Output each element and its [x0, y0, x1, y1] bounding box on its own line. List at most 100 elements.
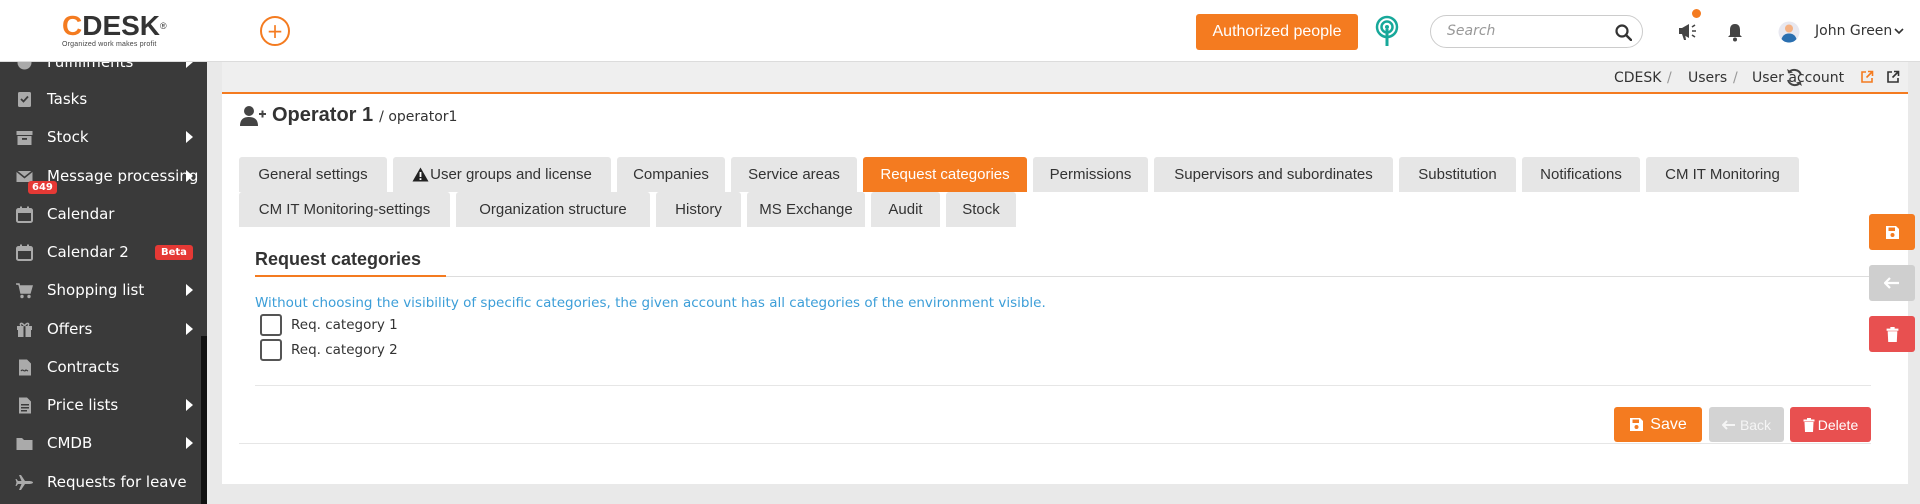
bell-icon[interactable]	[1726, 22, 1744, 42]
tab-notifications[interactable]: Notifications	[1522, 157, 1640, 192]
sidebar-scrollbar[interactable]	[201, 336, 207, 504]
floating-back-button[interactable]	[1869, 265, 1915, 301]
category-checkbox[interactable]	[260, 339, 282, 361]
save-button[interactable]: Save	[1614, 407, 1702, 442]
sidebar-item-cmdb[interactable]: CMDB	[0, 424, 200, 462]
sidebar-item-stock[interactable]: Stock	[0, 118, 200, 156]
sidebar-item-shopping-list[interactable]: Shopping list	[0, 271, 200, 309]
chevron-right-icon	[186, 170, 193, 182]
sidebar-item-label: CMDB	[47, 434, 93, 452]
megaphone-icon[interactable]	[1676, 20, 1698, 42]
calendar-icon	[16, 244, 33, 261]
floppy-disk-icon	[1885, 225, 1899, 239]
broadcast-icon[interactable]	[1372, 15, 1402, 47]
search-box[interactable]	[1430, 15, 1643, 48]
tab-general-settings[interactable]: General settings	[239, 157, 387, 192]
tasks-icon	[18, 91, 31, 107]
section-accent-line	[255, 275, 446, 277]
page-subtitle: / operator1	[379, 109, 458, 125]
sidebar-item-contracts[interactable]: Contracts	[0, 348, 200, 386]
category-checkbox[interactable]	[260, 314, 282, 336]
breadcrumb-users[interactable]: Users	[1688, 70, 1727, 86]
cdesk-logo[interactable]: CDESK® Organized work makes profit	[62, 10, 167, 49]
external-link-icon[interactable]	[1860, 70, 1874, 84]
sidebar-item-requests-for-leave[interactable]: Requests for leave	[0, 463, 200, 501]
chevron-down-icon[interactable]	[1894, 27, 1904, 35]
sidebar-item-message-processing[interactable]: Message processing 649	[0, 157, 200, 195]
sidebar-item-offers[interactable]: Offers	[0, 310, 200, 348]
breadcrumb-cdesk[interactable]: CDESK	[1614, 70, 1661, 86]
sidebar-item-label: Offers	[47, 320, 93, 338]
unread-count-badge: 649	[28, 181, 57, 194]
back-button[interactable]: Back	[1709, 407, 1784, 442]
tab-organization-structure[interactable]: Organization structure	[456, 192, 650, 227]
authorized-people-button[interactable]: Authorized people	[1196, 14, 1358, 50]
sidebar-item-calendar-2[interactable]: Calendar 2 Beta	[0, 233, 200, 271]
tab-ms-exchange[interactable]: MS Exchange	[747, 192, 865, 227]
sidebar-item-label: Tasks	[47, 90, 88, 108]
sidebar-item-calendar[interactable]: Calendar	[0, 195, 200, 233]
tab-request-categories[interactable]: Request categories	[863, 157, 1027, 192]
warning-icon	[412, 167, 429, 182]
chevron-right-icon	[186, 437, 193, 449]
tab-permissions[interactable]: Permissions	[1033, 157, 1148, 192]
sidebar-item-label: Stock	[47, 128, 89, 146]
category-label[interactable]: Req. category 1	[291, 317, 398, 333]
search-icon[interactable]	[1615, 24, 1632, 41]
sidebar-item-label: Message processing	[47, 167, 199, 185]
tab-cm-it-monitoring-settings[interactable]: CM IT Monitoring-settings	[239, 192, 450, 227]
plane-icon	[15, 474, 33, 490]
delete-label: Delete	[1817, 416, 1859, 433]
fulfillment-icon	[17, 62, 32, 69]
beta-badge: Beta	[155, 244, 193, 260]
footer-divider	[239, 443, 1871, 444]
gift-icon	[17, 322, 32, 337]
breadcrumb-user-account[interactable]: User account	[1752, 70, 1844, 86]
tab-supervisors-and-subordinates[interactable]: Supervisors and subordinates	[1154, 157, 1393, 192]
tab-audit[interactable]: Audit	[871, 192, 940, 227]
sidebar-item-price-lists[interactable]: Price lists	[0, 386, 200, 424]
add-new-button[interactable]: +	[260, 16, 290, 46]
open-new-window-icon[interactable]	[1886, 70, 1900, 84]
floating-save-button[interactable]	[1869, 214, 1915, 250]
logo-reg: ®	[160, 21, 167, 31]
delete-button[interactable]: Delete	[1790, 407, 1871, 442]
category-row[interactable]: Req. category 2	[260, 339, 398, 361]
sidebar-item-fulfillments[interactable]: Fulfillments	[0, 62, 200, 81]
document-icon	[19, 397, 31, 413]
arrow-left-icon	[1884, 277, 1899, 289]
search-input[interactable]	[1447, 23, 1607, 39]
user-name[interactable]: John Green	[1815, 23, 1892, 39]
breadcrumb-bar: CDESK / Users / User account	[222, 62, 1908, 94]
tab-cm-it-monitoring[interactable]: CM IT Monitoring	[1646, 157, 1799, 192]
trash-icon	[1803, 417, 1815, 432]
sidebar-item-label: Fulfillments	[47, 62, 134, 71]
floating-delete-button[interactable]	[1869, 316, 1915, 352]
tab-companies[interactable]: Companies	[617, 157, 725, 192]
user-avatar-icon[interactable]	[1778, 20, 1800, 44]
category-label[interactable]: Req. category 2	[291, 342, 398, 358]
chevron-right-icon	[186, 131, 193, 143]
page-title: Operator 1	[272, 104, 374, 126]
tab-substitution[interactable]: Substitution	[1399, 157, 1516, 192]
sidebar-item-tasks[interactable]: Tasks	[0, 80, 200, 118]
tab-user-groups-and-license[interactable]: User groups and license	[393, 157, 611, 192]
category-row[interactable]: Req. category 1	[260, 314, 398, 336]
back-label: Back	[1739, 416, 1772, 433]
chevron-right-icon	[186, 399, 193, 411]
page-header: Operator 1 / operator1	[240, 104, 457, 127]
tab-service-areas[interactable]: Service areas	[731, 157, 857, 192]
logo-text: DESK	[82, 10, 161, 41]
chevron-right-icon	[186, 62, 193, 68]
tab-history[interactable]: History	[656, 192, 741, 227]
top-header: CDESK® Organized work makes profit + Aut…	[0, 0, 1920, 62]
breadcrumb-separator: /	[1667, 70, 1672, 86]
breadcrumb-separator: /	[1733, 70, 1738, 86]
calendar-icon	[16, 206, 33, 223]
sidebar-item-label: Calendar	[47, 205, 115, 223]
sidebar-item-label: Requests for leave	[47, 473, 187, 491]
sidebar: Fulfillments Tasks Stock Message process…	[0, 62, 207, 504]
tab-stock[interactable]: Stock	[946, 192, 1016, 227]
folder-icon	[16, 437, 33, 450]
cart-icon	[16, 282, 33, 298]
